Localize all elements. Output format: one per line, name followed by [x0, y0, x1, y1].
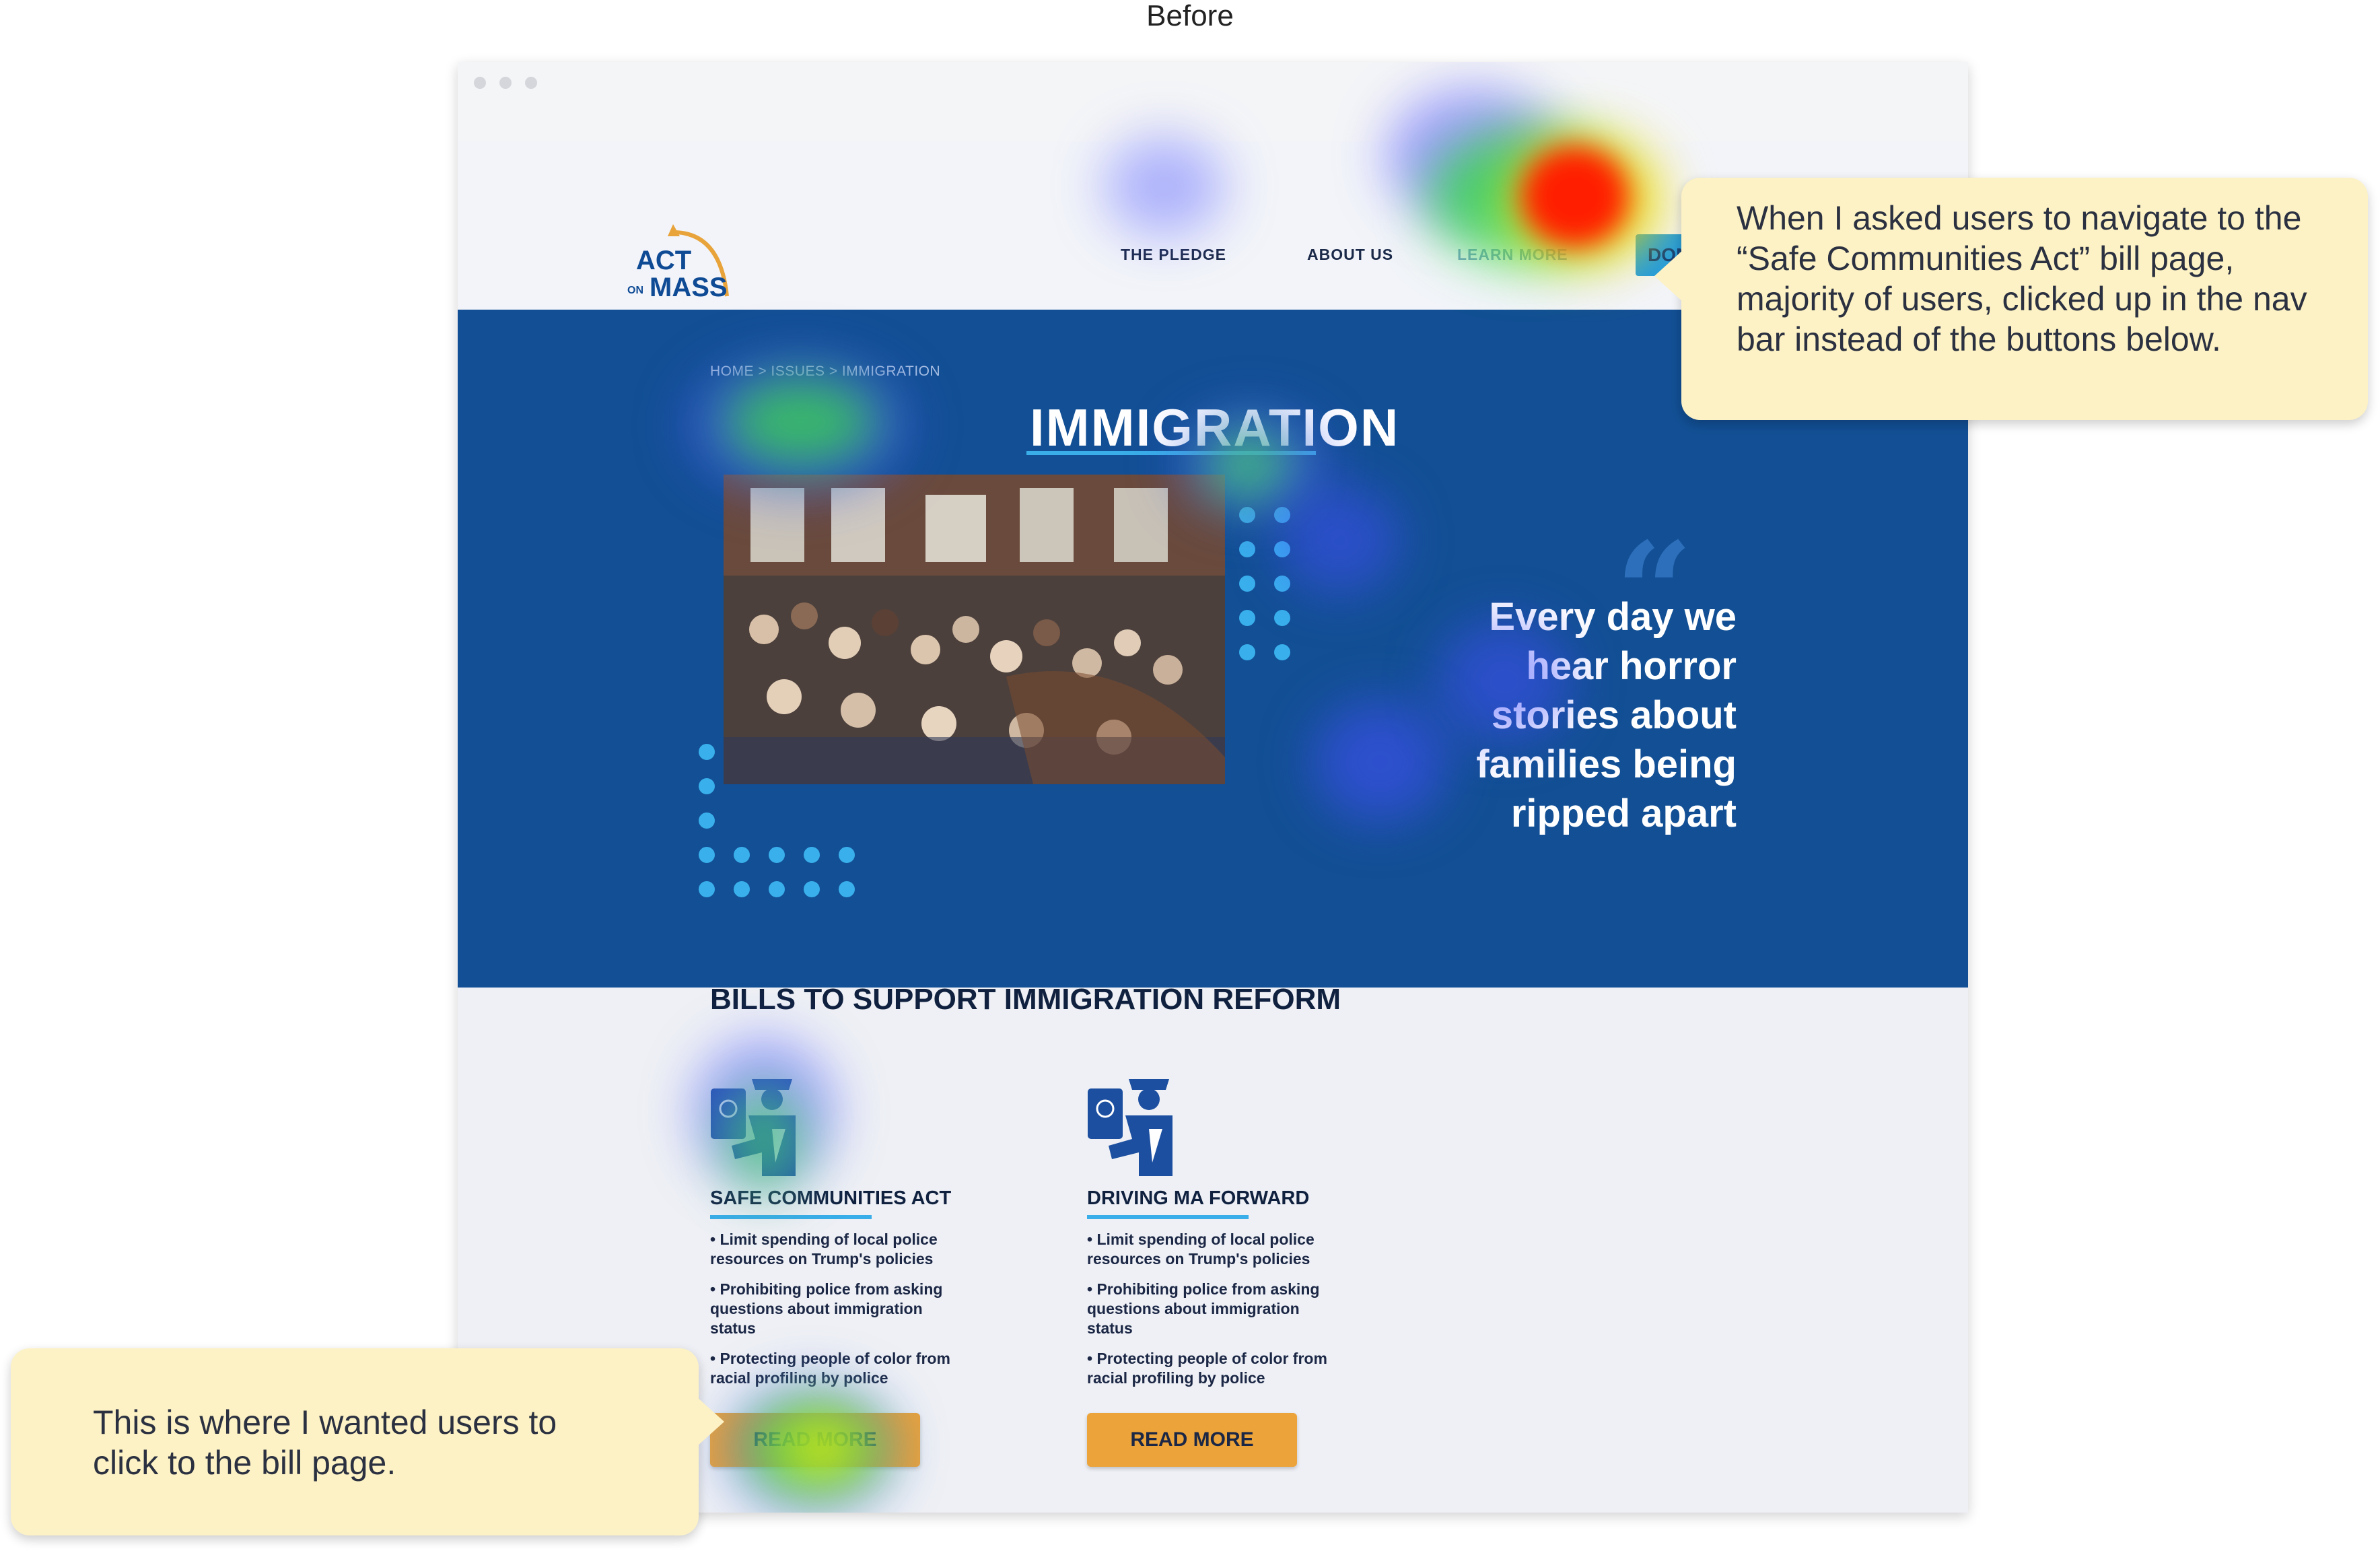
bill-bullets: • Limit spending of local police resourc… [710, 1230, 959, 1388]
bill-title-driving-ma-forward[interactable]: DRIVING MA FORWARD [1087, 1187, 1309, 1210]
bullet-text: resources on Trump's policies [1087, 1250, 1310, 1268]
decor-dot [1239, 541, 1255, 557]
bullet-text: status [710, 1319, 756, 1337]
bullet-text: • Protecting people of color from [710, 1350, 950, 1367]
bullet-text: questions about immigration [710, 1300, 923, 1317]
bullet-text: • Prohibiting police from asking [1087, 1280, 1320, 1298]
browser-chrome [458, 62, 1968, 142]
decor-dot [804, 881, 820, 897]
decor-dot [1239, 576, 1255, 592]
decor-dot [699, 778, 715, 794]
decor-dot [1274, 576, 1290, 592]
callout-text: This is where I wanted users to click to… [93, 1404, 557, 1482]
quote-line: Every day we [1489, 595, 1737, 639]
decor-dot [1274, 610, 1290, 626]
bullet-text: • Prohibiting police from asking [710, 1280, 943, 1298]
hero-quote: Every day we hear horror stories about f… [1400, 592, 1737, 838]
window-dot [525, 77, 537, 89]
bullet-text: racial profiling by police [710, 1369, 888, 1387]
callout-nav-clicks: When I asked users to navigate to the “S… [1681, 178, 2368, 420]
quote-line: families being [1476, 742, 1737, 786]
passport-officer-icon[interactable] [708, 1075, 802, 1176]
quote-line: hear horror [1526, 644, 1737, 688]
bullet-text: status [1087, 1319, 1133, 1337]
nav-about-us[interactable]: ABOUT US [1307, 246, 1393, 264]
bullet-text: • Limit spending of local police [710, 1231, 938, 1248]
decor-dot [699, 744, 715, 760]
decor-dot [734, 881, 750, 897]
nav-learn-more[interactable]: LEARN MORE [1457, 246, 1568, 264]
decor-dot [1239, 610, 1255, 626]
hero-photo-crowd [724, 475, 1225, 784]
window-dot [499, 77, 512, 89]
slide-heading: Before [1146, 0, 1234, 32]
logo-text-on: ON [627, 285, 643, 296]
bullet-text: questions about immigration [1087, 1300, 1300, 1317]
bills-section-title: BILLS TO SUPPORT IMMIGRATION REFORM [710, 983, 1341, 1016]
bill-title-underline [1087, 1215, 1249, 1219]
bullet-text: • Limit spending of local police [1087, 1231, 1315, 1248]
window-dot [474, 77, 486, 89]
decor-dot [734, 847, 750, 863]
decor-dot [1239, 507, 1255, 523]
callout-intended-click: This is where I wanted users to click to… [11, 1348, 699, 1535]
decor-dot [1274, 541, 1290, 557]
decor-dot [769, 847, 785, 863]
act-on-mass-logo[interactable]: ACT ON MASS [626, 219, 761, 306]
passport-officer-icon[interactable] [1085, 1075, 1179, 1176]
bill-title-safe-communities[interactable]: SAFE COMMUNITIES ACT [710, 1187, 951, 1210]
bill-bullets: • Limit spending of local police resourc… [1087, 1230, 1336, 1388]
decor-dot [699, 812, 715, 829]
bill-title-underline [710, 1215, 872, 1219]
decor-dot [699, 847, 715, 863]
callout-pointer [697, 1397, 724, 1446]
callout-text: When I asked users to navigate to the “S… [1737, 199, 2307, 358]
decor-dot [699, 881, 715, 897]
page-title: IMMIGRATION [1030, 398, 1400, 457]
decor-dot [1274, 644, 1290, 660]
logo-text-act: ACT [636, 246, 692, 275]
breadcrumb[interactable]: HOME > ISSUES > IMMIGRATION [710, 364, 940, 380]
quote-line: stories about [1491, 693, 1737, 737]
decor-dot [804, 847, 820, 863]
decor-dot [839, 847, 855, 863]
bullet-text: resources on Trump's policies [710, 1250, 934, 1268]
quote-line: ripped apart [1510, 792, 1737, 835]
read-more-button-safe-communities[interactable]: READ MORE [710, 1413, 920, 1467]
read-more-button-driving-ma-forward[interactable]: READ MORE [1087, 1413, 1297, 1467]
bullet-text: • Protecting people of color from [1087, 1350, 1327, 1367]
decor-dot [1239, 644, 1255, 660]
logo-text-mass: MASS [650, 273, 728, 302]
callout-pointer [1654, 249, 1684, 303]
bullet-text: racial profiling by police [1087, 1369, 1265, 1387]
nav-the-pledge[interactable]: THE PLEDGE [1121, 246, 1226, 264]
decor-dot [1274, 507, 1290, 523]
decor-dot [769, 881, 785, 897]
title-underline [1026, 451, 1316, 455]
decor-dot [839, 881, 855, 897]
